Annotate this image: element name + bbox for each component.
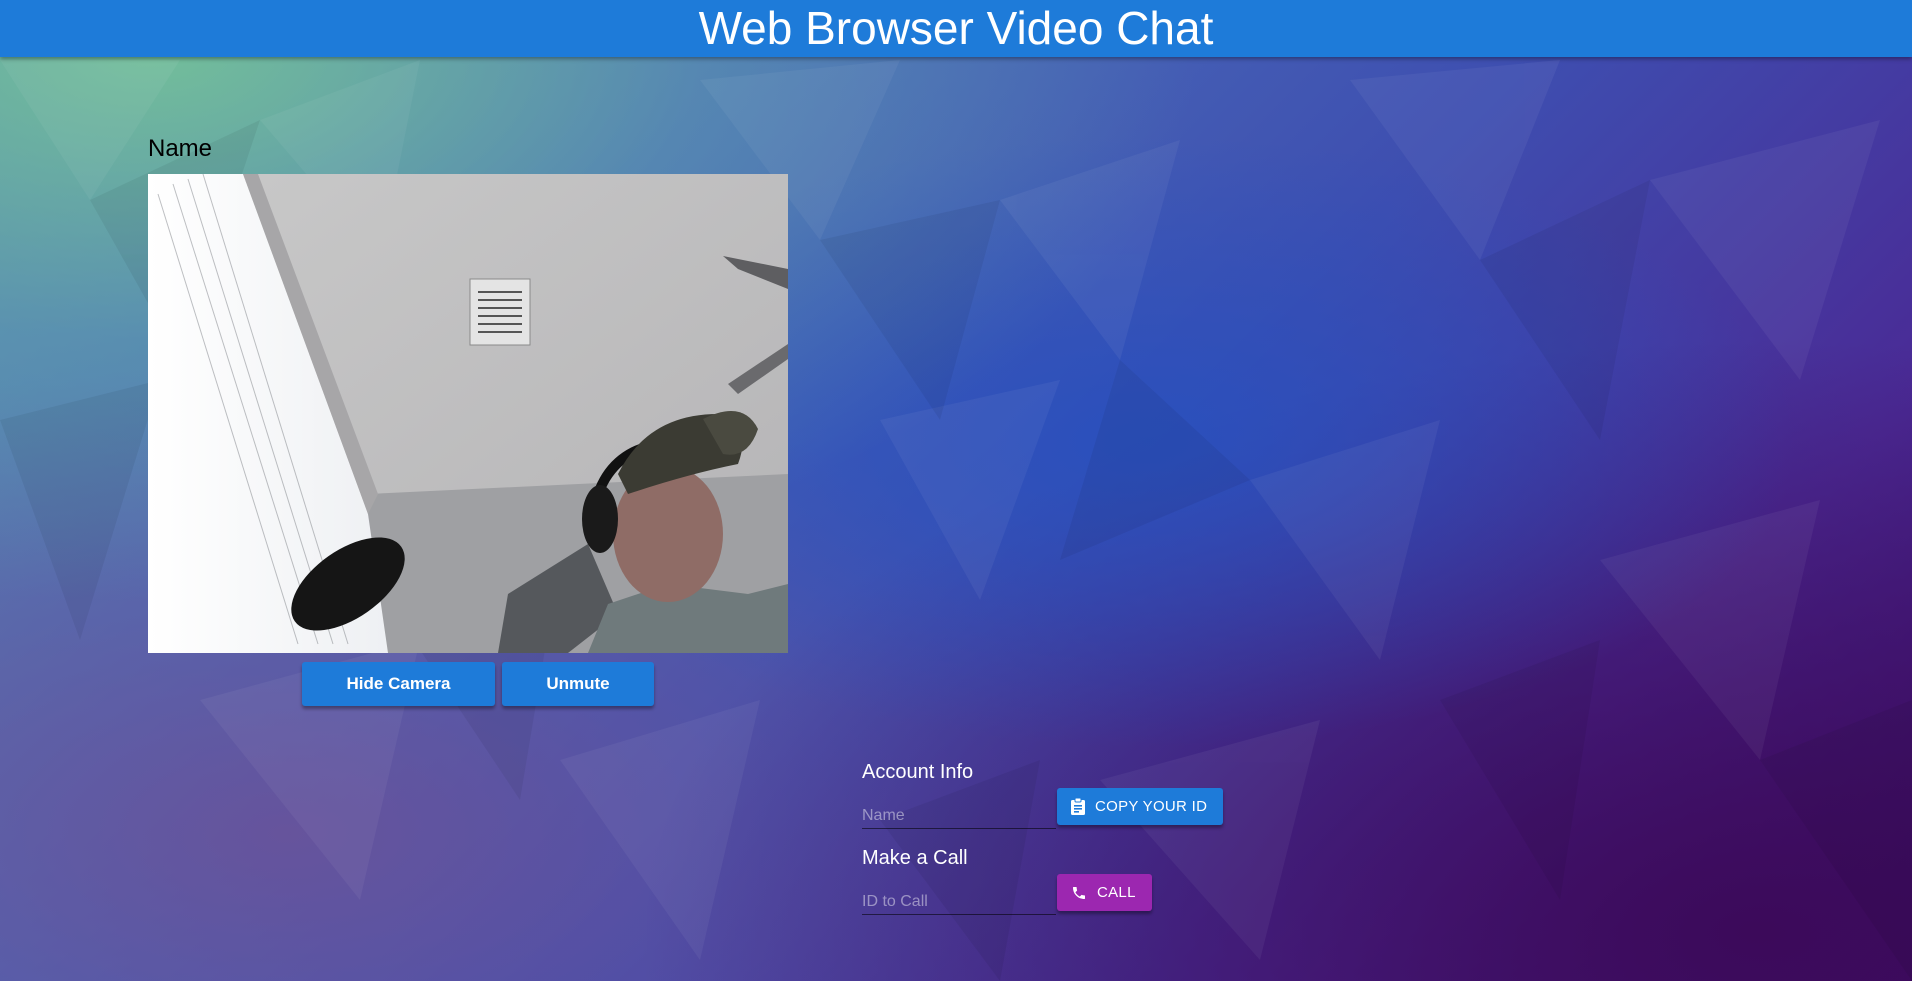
app-bar: Web Browser Video Chat [0, 0, 1912, 57]
clipboard-icon [1071, 798, 1085, 815]
call-label: CALL [1097, 884, 1136, 901]
video-controls: Hide Camera Unmute [302, 662, 654, 706]
camera-feed-image [148, 174, 788, 653]
local-name-label: Name [148, 135, 213, 162]
call-button[interactable]: CALL [1057, 874, 1152, 911]
make-call-heading: Make a Call [862, 847, 968, 869]
unmute-button[interactable]: Unmute [502, 662, 654, 706]
account-panel: Account Info COPY YOUR ID Make a Call CA… [862, 760, 1262, 932]
account-info-heading: Account Info [862, 761, 974, 783]
hide-camera-button[interactable]: Hide Camera [302, 662, 495, 706]
id-to-call-field[interactable] [862, 890, 1056, 915]
name-field[interactable] [862, 804, 1056, 829]
account-info-row: COPY YOUR ID [862, 784, 1262, 846]
phone-icon [1073, 886, 1085, 899]
make-call-row: CALL [862, 870, 1262, 932]
copy-id-button[interactable]: COPY YOUR ID [1057, 788, 1224, 825]
local-camera-video [148, 174, 788, 653]
copy-id-label: COPY YOUR ID [1095, 798, 1208, 815]
local-video-panel: Name [148, 134, 788, 653]
page-title: Web Browser Video Chat [698, 2, 1214, 54]
